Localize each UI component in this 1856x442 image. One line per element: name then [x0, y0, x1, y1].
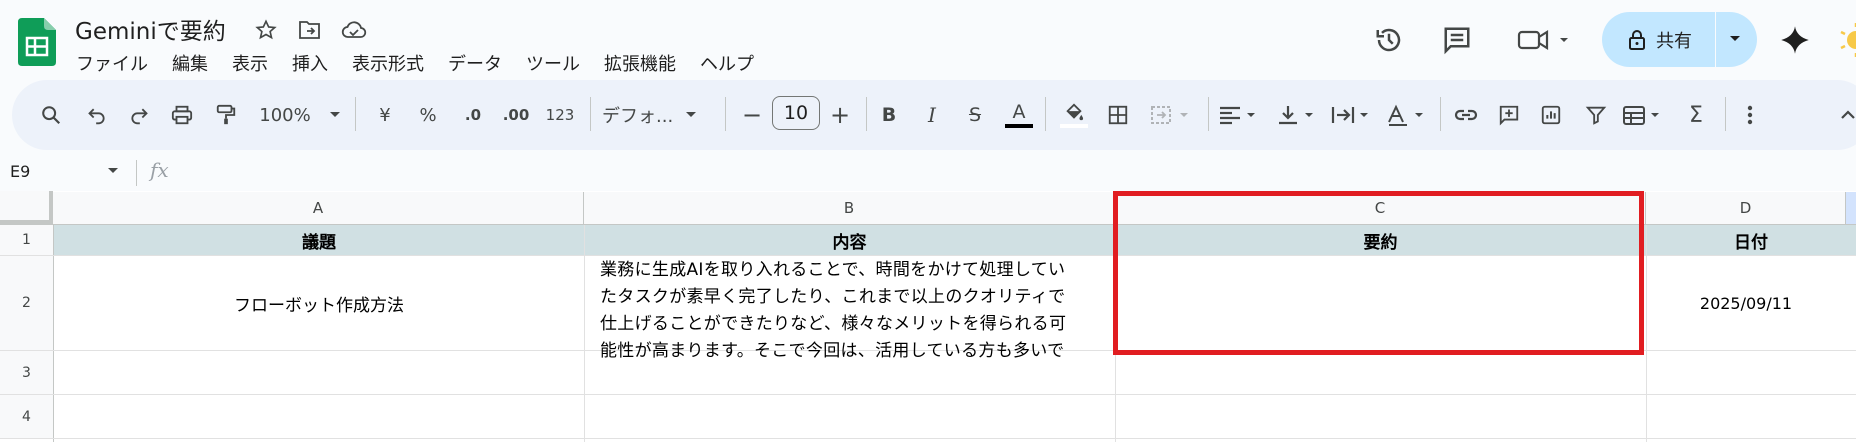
row-header-1[interactable]: 1: [0, 225, 53, 255]
menu-tools[interactable]: ツール: [526, 50, 580, 76]
fill-color-icon[interactable]: [1056, 80, 1092, 150]
lock-icon: [1629, 29, 1645, 50]
cell-b2-line: 仕上げることができたりなど、様々なメリットを得られる可: [600, 314, 1067, 334]
name-box[interactable]: E9: [10, 162, 30, 181]
cell-b2[interactable]: 業務に生成AIを取り入れることで、時間をかけて処理してい たタスクが素早く完了し…: [600, 257, 1100, 365]
functions-button[interactable]: Σ: [1679, 80, 1713, 150]
cell-a1[interactable]: 議題: [54, 225, 584, 255]
highlight-box-column-c: [1113, 191, 1644, 355]
horizontal-align-icon[interactable]: [1216, 80, 1262, 150]
cell-b1[interactable]: 内容: [584, 225, 1115, 255]
meet-video-icon[interactable]: [1512, 20, 1576, 60]
insert-comment-icon[interactable]: [1491, 80, 1527, 150]
fx-icon: fx: [150, 158, 169, 182]
table-icon[interactable]: [1620, 80, 1668, 150]
paint-format-icon[interactable]: [207, 80, 245, 150]
menu-help[interactable]: ヘルプ: [700, 50, 754, 76]
sheets-logo-icon[interactable]: [18, 18, 56, 66]
print-icon[interactable]: [163, 80, 201, 150]
menu-bar: ファイル 編集 表示 挿入 表示形式 データ ツール 拡張機能 ヘルプ: [76, 50, 754, 76]
decrease-font-size-button[interactable]: −: [738, 80, 766, 150]
increase-font-size-button[interactable]: +: [826, 80, 854, 150]
insert-link-icon[interactable]: [1448, 80, 1484, 150]
text-rotation-icon[interactable]: [1384, 80, 1430, 150]
menu-extensions[interactable]: 拡張機能: [604, 50, 676, 76]
formula-input[interactable]: [185, 158, 1785, 186]
zoom-select[interactable]: 100%: [255, 80, 345, 150]
menu-format[interactable]: 表示形式: [352, 50, 424, 76]
search-menus-icon[interactable]: [32, 80, 70, 150]
filter-icon[interactable]: [1578, 80, 1614, 150]
currency-format-button[interactable]: ¥: [370, 80, 400, 150]
menu-insert[interactable]: 挿入: [292, 50, 328, 76]
document-title[interactable]: Geminiで要約: [75, 12, 226, 46]
share-button[interactable]: 共有: [1602, 12, 1757, 67]
font-family-value: デフォ...: [602, 106, 674, 127]
increase-decimal-button[interactable]: .00: [497, 80, 535, 150]
column-header-d[interactable]: D: [1646, 192, 1846, 224]
text-color-button[interactable]: A: [1002, 80, 1036, 150]
cell-d1[interactable]: 日付: [1646, 225, 1856, 255]
text-wrapping-icon[interactable]: [1329, 80, 1375, 150]
italic-button[interactable]: I: [917, 80, 947, 150]
insert-chart-icon[interactable]: [1533, 80, 1569, 150]
menu-data[interactable]: データ: [448, 50, 502, 76]
borders-icon[interactable]: [1100, 80, 1136, 150]
chevron-down-icon: [329, 112, 340, 117]
more-formats-button[interactable]: 123: [542, 80, 578, 150]
row-header-3[interactable]: 3: [0, 351, 53, 394]
collapse-menus-icon[interactable]: [1836, 80, 1856, 150]
percent-format-button[interactable]: %: [413, 80, 443, 150]
select-all-corner[interactable]: [0, 191, 53, 224]
gemini-sparkle-icon[interactable]: [1775, 20, 1815, 60]
row-header-2[interactable]: 2: [0, 256, 53, 350]
share-dropdown-icon[interactable]: [1728, 34, 1742, 44]
more-options-icon[interactable]: [1735, 80, 1765, 150]
decrease-decimal-button[interactable]: .0: [455, 80, 491, 150]
menu-edit[interactable]: 編集: [172, 50, 208, 76]
redo-icon[interactable]: [120, 80, 158, 150]
star-icon[interactable]: [252, 16, 280, 44]
share-label: 共有: [1656, 30, 1692, 52]
strikethrough-button[interactable]: S: [960, 80, 990, 150]
cell-b2-line: 業務に生成AIを取り入れることで、時間をかけて処理してい: [600, 260, 1066, 280]
bold-button[interactable]: B: [874, 80, 904, 150]
cell-b2-line: たタスクが素早く完了したり、これまで以上のクオリティで: [600, 287, 1066, 307]
zoom-value: 100%: [259, 104, 311, 126]
move-folder-icon[interactable]: [296, 16, 324, 44]
cell-d2[interactable]: 2025/09/11: [1646, 256, 1846, 350]
name-box-dropdown-icon[interactable]: [107, 167, 119, 175]
merge-cells-icon[interactable]: [1145, 80, 1197, 150]
row-header-4[interactable]: 4: [0, 395, 53, 438]
menu-file[interactable]: ファイル: [76, 50, 148, 76]
column-header-a[interactable]: A: [53, 192, 584, 224]
chevron-down-icon: [686, 112, 697, 117]
vertical-align-icon[interactable]: [1274, 80, 1320, 150]
cloud-saved-icon[interactable]: [340, 16, 368, 44]
font-size-input[interactable]: 10: [772, 96, 820, 130]
font-family-select[interactable]: デフォ...: [602, 80, 712, 150]
undo-icon[interactable]: [78, 80, 116, 150]
menu-view[interactable]: 表示: [232, 50, 268, 76]
avatar[interactable]: [1838, 22, 1856, 58]
cell-b2-line: 能性が高まります。そこで今回は、活用している方も多いで: [600, 341, 1065, 361]
version-history-icon[interactable]: [1369, 20, 1409, 60]
comments-icon[interactable]: [1437, 20, 1477, 60]
column-header-b[interactable]: B: [584, 192, 1115, 224]
cell-a2[interactable]: フローボット作成方法: [54, 256, 584, 350]
